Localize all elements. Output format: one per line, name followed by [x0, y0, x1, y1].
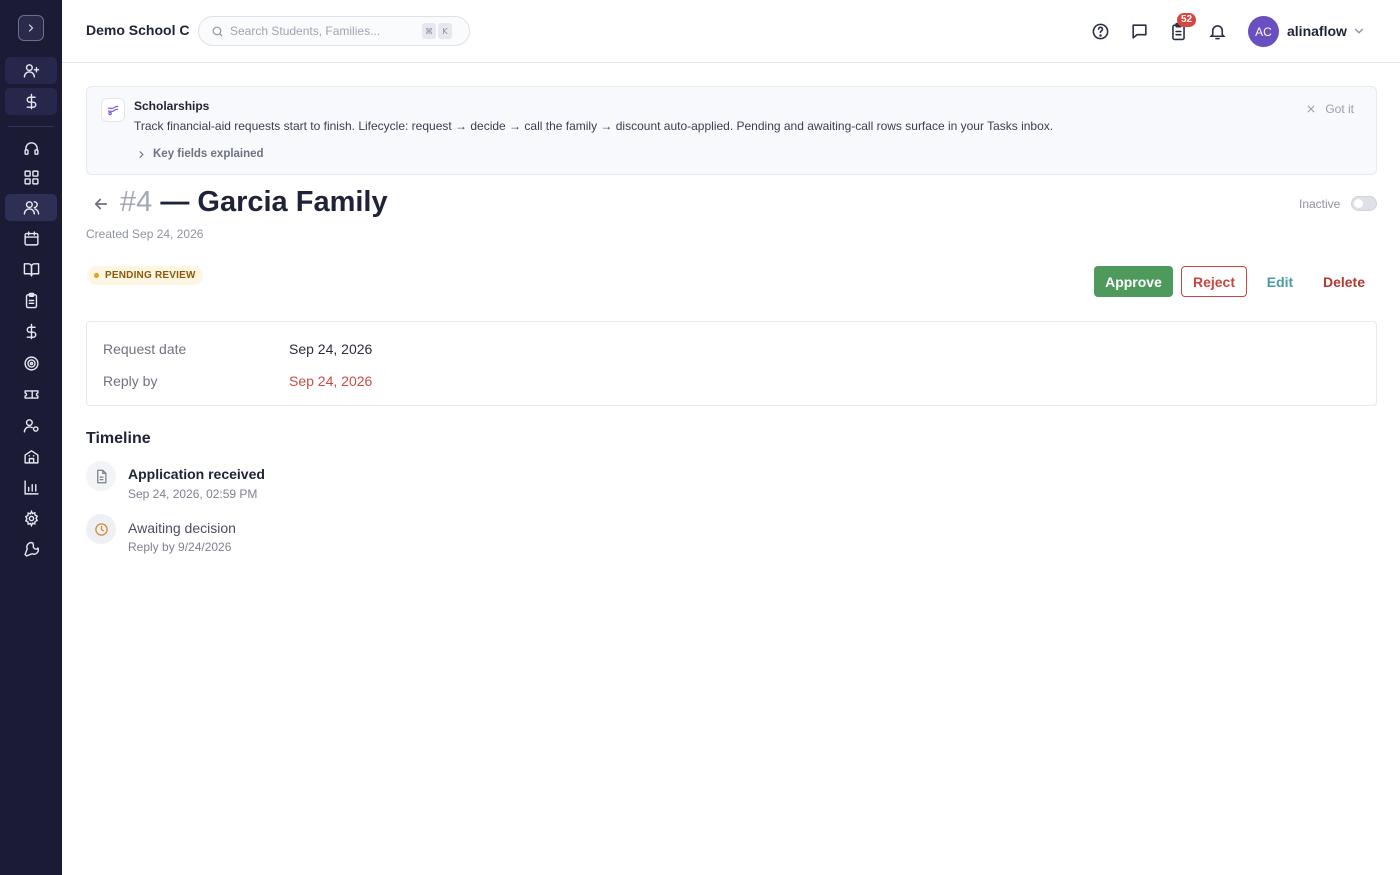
sidebar-item-tasks[interactable] — [5, 287, 57, 314]
notifications-button[interactable] — [1206, 20, 1228, 42]
search-icon — [212, 26, 223, 36]
sidebar-item-billing[interactable] — [5, 318, 57, 345]
clock-icon — [86, 514, 116, 544]
timeline-event-title: Awaiting decision — [128, 520, 236, 536]
help-circle-icon — [1092, 23, 1108, 39]
scholarship-icon — [101, 98, 125, 122]
wrench-icon — [23, 542, 39, 557]
chat-icon — [1131, 23, 1147, 39]
sidebar-item-school[interactable] — [5, 443, 57, 470]
page-title: #4 — Garcia Family — [120, 186, 388, 219]
reply-by-label: Reply by — [103, 373, 158, 389]
document-icon — [86, 461, 116, 491]
help-button[interactable] — [1089, 20, 1111, 42]
target-icon — [23, 356, 39, 371]
search-input[interactable] — [230, 24, 420, 38]
request-date-label: Request date — [103, 341, 187, 357]
bar-chart-icon — [23, 480, 39, 495]
chevron-right-icon — [28, 24, 34, 32]
request-date-value: Sep 24, 2026 — [289, 341, 373, 357]
user-cog-icon — [23, 419, 39, 433]
top-header: Demo School C ⌘ K 52 AC alinaflow — [62, 0, 1400, 63]
sidebar-item-families[interactable] — [5, 194, 57, 221]
shortcut-key-k: K — [438, 23, 452, 39]
sidebar-item-goals[interactable] — [5, 350, 57, 377]
school-name[interactable]: Demo School C — [86, 22, 189, 38]
sidebar-item-courses[interactable] — [5, 256, 57, 283]
messages-button[interactable] — [1128, 20, 1150, 42]
sidebar-item-settings[interactable] — [5, 505, 57, 532]
record-number: #4 — [120, 186, 153, 218]
sidebar-expand-button[interactable] — [18, 15, 44, 41]
building-icon — [23, 450, 39, 464]
sidebar-item-add-user[interactable] — [5, 57, 57, 84]
key-fields-label: Key fields explained — [153, 148, 264, 160]
sidebar-item-reports[interactable] — [5, 474, 57, 501]
banner-description: Track financial-aid requests start to fi… — [134, 119, 1054, 133]
timeline-heading: Timeline — [86, 430, 151, 447]
grid-icon — [23, 170, 39, 185]
timeline-event-subtitle: Sep 24, 2026, 02:59 PM — [128, 487, 258, 501]
bell-icon — [1208, 24, 1226, 39]
reply-by-value: Sep 24, 2026 — [289, 373, 373, 389]
sidebar-item-tools[interactable] — [5, 536, 57, 563]
sidebar — [0, 0, 62, 875]
search-box[interactable]: ⌘ K — [198, 16, 470, 46]
chevron-down-icon[interactable] — [1352, 24, 1366, 38]
ticket-icon — [23, 390, 39, 399]
record-title: — Garcia Family — [160, 186, 388, 218]
back-arrow-icon[interactable] — [92, 195, 110, 213]
delete-button[interactable]: Delete — [1314, 266, 1374, 297]
details-card: Request date Sep 24, 2026 Reply by Sep 2… — [86, 321, 1377, 406]
sidebar-item-tickets[interactable] — [5, 381, 57, 408]
user-plus-icon — [23, 64, 39, 78]
edit-button[interactable]: Edit — [1258, 266, 1302, 297]
dollar-icon — [26, 93, 36, 110]
dismiss-banner-button[interactable]: Got it — [1306, 102, 1354, 116]
banner-title: Scholarships — [134, 99, 210, 113]
sidebar-item-calendar[interactable] — [5, 225, 57, 252]
inactive-label: Inactive — [1299, 197, 1341, 211]
reject-button[interactable]: Reject — [1181, 266, 1247, 297]
dismiss-label: Got it — [1325, 102, 1354, 116]
sidebar-item-user-settings[interactable] — [5, 412, 57, 439]
gear-icon — [24, 510, 38, 527]
username[interactable]: alinaflow — [1287, 23, 1347, 39]
sidebar-divider — [8, 126, 54, 127]
tasks-inbox-button[interactable]: 52 — [1167, 13, 1197, 42]
clipboard-icon — [25, 292, 37, 309]
created-date: Created Sep 24, 2026 — [86, 227, 204, 241]
sidebar-item-dashboard[interactable] — [5, 164, 57, 191]
timeline-event-subtitle: Reply by 9/24/2026 — [128, 540, 232, 554]
calendar-icon — [23, 231, 39, 246]
tasks-count-badge: 52 — [1177, 13, 1197, 27]
close-icon — [1307, 105, 1315, 113]
key-fields-toggle[interactable]: Key fields explained — [136, 148, 264, 160]
sidebar-item-support[interactable] — [5, 135, 57, 162]
status-badge: PENDING REVIEW — [87, 266, 203, 285]
shortcut-key-cmd: ⌘ — [422, 23, 436, 39]
active-toggle[interactable] — [1351, 196, 1377, 211]
scholarships-info-banner: Scholarships Track financial-aid request… — [86, 86, 1377, 175]
book-open-icon — [23, 263, 39, 277]
headset-icon — [23, 142, 39, 155]
users-icon — [23, 201, 39, 215]
approve-button[interactable]: Approve — [1094, 266, 1173, 297]
sidebar-item-payments[interactable] — [5, 88, 57, 115]
chevron-right-icon — [139, 150, 144, 158]
avatar[interactable]: AC — [1248, 16, 1279, 47]
timeline-event-title: Application received — [128, 466, 265, 482]
dollar-icon — [26, 323, 36, 340]
